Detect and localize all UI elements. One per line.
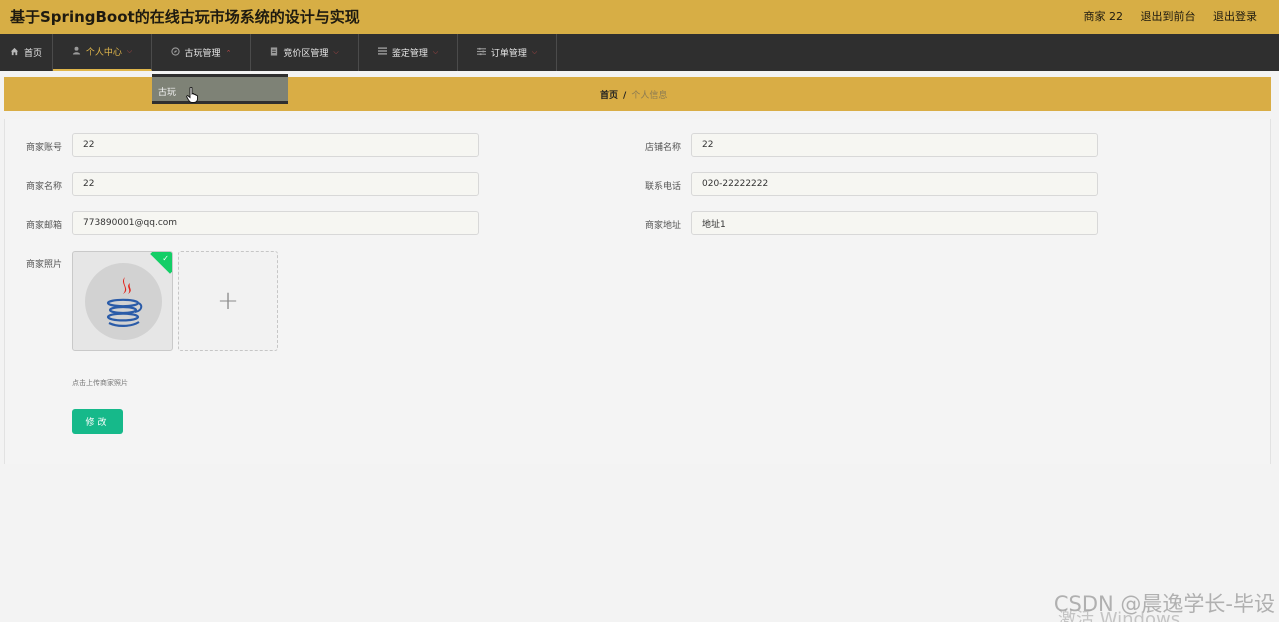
nav-order-management-label: 订单管理	[490, 49, 527, 59]
java-logo-image	[85, 263, 162, 340]
back-to-front-link[interactable]: 退出到前台	[1141, 10, 1196, 23]
nav-appraisal-management-label: 鉴定管理	[391, 49, 428, 59]
compass-icon	[170, 46, 180, 59]
email-input[interactable]	[72, 211, 479, 235]
merchant-name-label: 商家名称	[26, 182, 63, 192]
logout-link[interactable]: 退出登录	[1213, 10, 1257, 23]
antique-dropdown-menu: 古玩	[152, 74, 288, 104]
chevron-down-icon: ⌵	[432, 48, 439, 56]
photo-label: 商家照片	[26, 260, 63, 270]
nav-home-label: 首页	[23, 49, 42, 59]
top-header: 基于SpringBoot的在线古玩市场系统的设计与实现 商家 22 退出到前台 …	[0, 0, 1279, 34]
shop-name-label: 店铺名称	[645, 143, 682, 153]
user-icon	[72, 46, 81, 58]
sliders-icon	[476, 47, 486, 59]
nav-personal-center-label: 个人中心	[85, 48, 122, 58]
chevron-down-icon: ⌵	[333, 48, 339, 56]
nav-antique-management[interactable]: 古玩管理 ⌃	[152, 34, 251, 71]
shop-name-input[interactable]	[691, 133, 1098, 157]
breadcrumb-current: 个人信息	[631, 91, 668, 101]
home-icon	[10, 47, 19, 59]
email-label: 商家邮箱	[26, 221, 63, 231]
chevron-down-icon: ⌵	[126, 47, 133, 55]
breadcrumb: 首页 / 个人信息	[600, 88, 667, 101]
phone-input[interactable]	[691, 172, 1098, 196]
current-user: 商家 22	[1083, 10, 1124, 23]
site-title: 基于SpringBoot的在线古玩市场系统的设计与实现	[10, 8, 360, 26]
nav-antique-management-label: 古玩管理	[184, 49, 221, 59]
nav-home[interactable]: 首页	[0, 34, 53, 71]
nav-bidding-management[interactable]: 竞价区管理 ⌵	[251, 34, 359, 71]
dropdown-item-antique[interactable]: 古玩	[158, 85, 176, 98]
phone-label: 联系电话	[645, 182, 682, 192]
nav-personal-center[interactable]: 个人中心 ⌵	[53, 34, 152, 71]
check-icon: ✓	[162, 254, 169, 263]
merchant-name-input[interactable]	[72, 172, 479, 196]
chevron-up-icon: ⌃	[225, 48, 232, 57]
plus-icon: +	[217, 286, 239, 316]
photo-upload-button[interactable]: +	[178, 251, 278, 351]
nav-order-management[interactable]: 订单管理 ⌵	[458, 34, 557, 71]
chevron-down-icon: ⌵	[531, 48, 538, 56]
document-icon	[270, 46, 278, 59]
breadcrumb-home[interactable]: 首页	[600, 91, 618, 101]
merchant-account-label: 商家账号	[26, 143, 63, 153]
address-input[interactable]	[691, 211, 1098, 235]
list-icon	[377, 47, 387, 58]
nav-bidding-management-label: 竞价区管理	[283, 49, 329, 59]
main-nav: 首页 个人中心 ⌵ 古玩管理 ⌃ 竞价区管理 ⌵ 鉴定管理 ⌵ 订单管理 ⌵	[0, 34, 1279, 71]
uploaded-photo-thumbnail[interactable]: ✓	[72, 251, 173, 351]
address-label: 商家地址	[645, 221, 682, 231]
nav-appraisal-management[interactable]: 鉴定管理 ⌵	[359, 34, 458, 71]
merchant-account-input[interactable]	[72, 133, 479, 157]
submit-modify-button[interactable]: 修改	[72, 409, 123, 434]
windows-activation-watermark: 激活 Windows	[1058, 609, 1181, 622]
header-actions: 商家 22 退出到前台 退出登录	[1070, 8, 1258, 24]
breadcrumb-separator: /	[623, 91, 627, 101]
hand-cursor-icon	[186, 86, 198, 103]
upload-tip: 点击上传商家照片	[72, 379, 128, 387]
